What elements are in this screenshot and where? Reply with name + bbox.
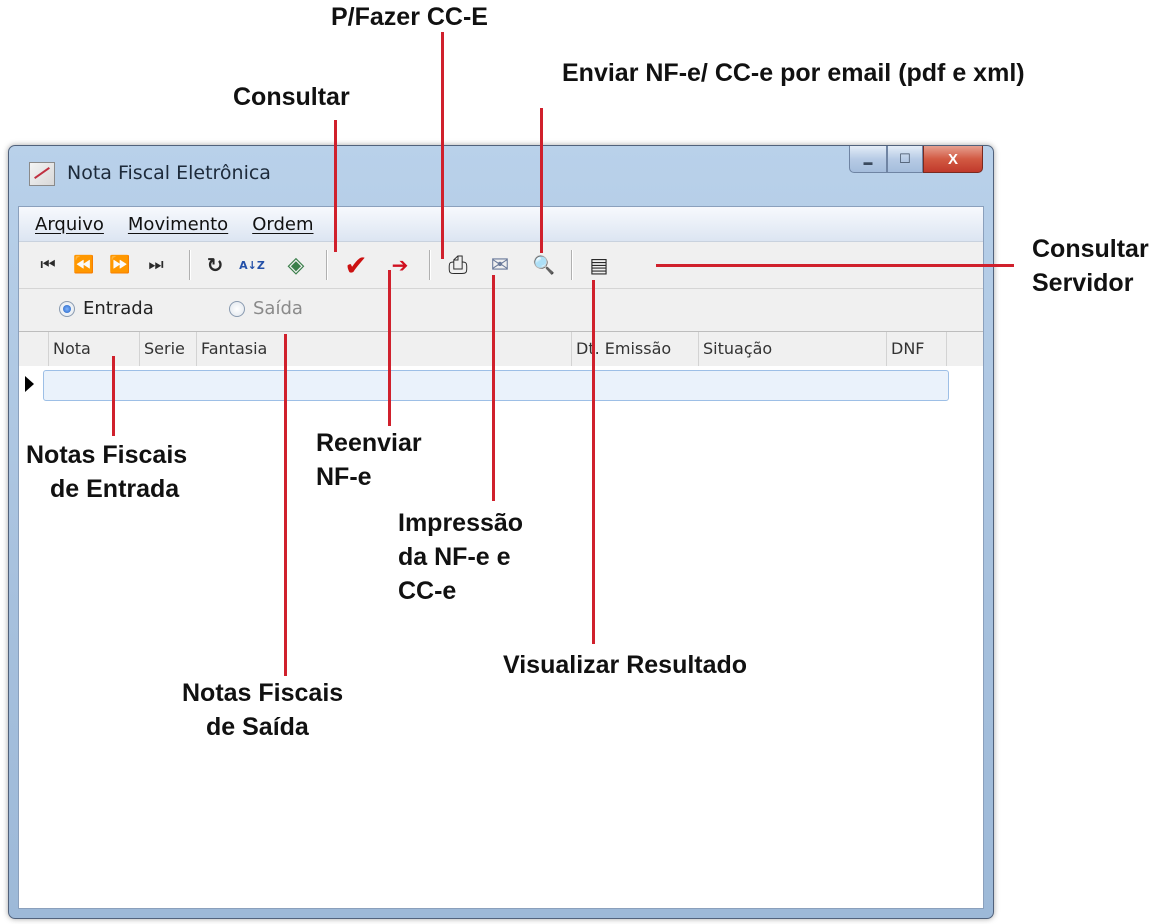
header-indicator bbox=[19, 332, 49, 366]
col-fantasia[interactable]: Fantasia bbox=[197, 332, 572, 366]
view-result-button[interactable]: 🔍 bbox=[529, 251, 559, 279]
annotation-line bbox=[540, 108, 543, 253]
minimize-icon: ▬ bbox=[863, 157, 873, 167]
col-serie[interactable]: Serie bbox=[140, 332, 197, 366]
refresh-button[interactable]: ↻ bbox=[202, 251, 228, 279]
last-record-icon: ⏭ bbox=[148, 255, 164, 275]
checkmark-icon: ✔ bbox=[344, 248, 368, 282]
window-title: Nota Fiscal Eletrônica bbox=[67, 162, 271, 184]
app-icon bbox=[29, 162, 55, 186]
previous-record-button[interactable]: ⏪ bbox=[71, 251, 97, 279]
annotation-line-3: CC-e bbox=[398, 577, 457, 605]
server-button[interactable]: ▤ bbox=[586, 251, 612, 279]
annotation-line-2: da NF-e e bbox=[398, 543, 511, 571]
close-icon: X bbox=[947, 150, 958, 168]
radio-unchecked-icon bbox=[229, 300, 245, 317]
radio-entrada-label: Entrada bbox=[83, 298, 154, 319]
toolbar-separator bbox=[189, 250, 191, 280]
annotation-pfazer-cce: P/Fazer CC-E bbox=[331, 3, 488, 31]
col-situacao[interactable]: Situação bbox=[699, 332, 887, 366]
current-row-indicator-icon bbox=[25, 376, 34, 392]
printer-icon: ⎙ bbox=[448, 251, 468, 279]
annotation-line bbox=[284, 334, 287, 676]
col-dnf[interactable]: DNF bbox=[887, 332, 947, 366]
annotation-line-2: Servidor bbox=[1032, 269, 1134, 297]
radio-checked-icon bbox=[59, 300, 75, 317]
table-row[interactable] bbox=[43, 370, 949, 401]
col-nota[interactable]: Nota bbox=[49, 332, 140, 366]
annotation-line-1: Notas Fiscais bbox=[182, 679, 344, 707]
menu-arquivo[interactable]: Arquivo bbox=[35, 214, 104, 235]
next-record-icon: ⏩ bbox=[109, 255, 131, 275]
annotation-line-1: Impressão bbox=[398, 509, 524, 537]
email-button[interactable]: ✉ bbox=[485, 251, 515, 279]
annotation-enviar-email: Enviar NF-e/ CC-e por email (pdf e xml) bbox=[562, 59, 1025, 87]
reenviar-button[interactable]: ✔ bbox=[341, 248, 371, 282]
consult-icon: ◈ bbox=[287, 252, 305, 278]
toolbar-separator bbox=[429, 250, 431, 280]
annotation-line bbox=[592, 280, 595, 644]
menu-ordem[interactable]: Ordem bbox=[252, 214, 313, 235]
last-record-button[interactable]: ⏭ bbox=[143, 251, 169, 279]
toolbar-separator bbox=[326, 250, 328, 280]
document-arrow-icon: ➔ bbox=[391, 253, 409, 277]
maximize-icon: ☐ bbox=[899, 151, 911, 166]
close-button[interactable]: X bbox=[923, 146, 983, 173]
sort-button[interactable]: A↓Z bbox=[235, 251, 269, 279]
grid-header: Nota Serie Fantasia Dt. Emissão Situação… bbox=[19, 332, 983, 366]
menu-movimento[interactable]: Movimento bbox=[128, 214, 228, 235]
annotation-reenviar: Reenviar NF-e bbox=[316, 426, 422, 494]
type-filter: Entrada Saída bbox=[19, 289, 983, 329]
annotation-line-2: de Saída bbox=[206, 713, 309, 741]
radio-saida-label: Saída bbox=[253, 298, 303, 319]
title-bar[interactable]: Nota Fiscal Eletrônica ▬ ☐ X bbox=[9, 146, 993, 206]
annotation-consultar-servidor: Consultar Servidor bbox=[1032, 232, 1149, 300]
magnifier-icon: 🔍 bbox=[532, 254, 556, 276]
server-icon: ▤ bbox=[589, 253, 609, 277]
annotation-visualizar: Visualizar Resultado bbox=[503, 651, 748, 679]
first-record-button[interactable]: ⏮ bbox=[35, 251, 61, 279]
maximize-button[interactable]: ☐ bbox=[887, 146, 923, 173]
next-record-button[interactable]: ⏩ bbox=[107, 251, 133, 279]
annotation-line-1: Reenviar bbox=[316, 429, 422, 457]
annotation-line bbox=[492, 275, 495, 501]
sort-az-icon: A↓Z bbox=[239, 258, 265, 272]
consultar-button[interactable]: ◈ bbox=[281, 251, 311, 279]
toolbar-separator bbox=[571, 250, 573, 280]
annotation-line-1: Notas Fiscais bbox=[26, 441, 188, 469]
annotation-line bbox=[656, 264, 1014, 267]
refresh-icon: ↻ bbox=[206, 253, 224, 277]
annotation-line-1: Consultar bbox=[1032, 235, 1149, 263]
annotation-line bbox=[112, 356, 115, 436]
menu-bar: Arquivo Movimento Ordem bbox=[19, 207, 983, 242]
window-controls: ▬ ☐ X bbox=[849, 146, 983, 174]
radio-entrada[interactable]: Entrada bbox=[59, 298, 154, 319]
annotation-line bbox=[388, 270, 391, 426]
annotation-line bbox=[334, 120, 337, 252]
annotation-notas-entrada: Notas Fiscais de Entrada bbox=[26, 438, 187, 506]
annotation-line bbox=[441, 32, 444, 259]
previous-record-icon: ⏪ bbox=[73, 255, 95, 275]
annotation-consultar: Consultar bbox=[233, 83, 350, 111]
print-button[interactable]: ⎙ bbox=[443, 251, 473, 279]
minimize-button[interactable]: ▬ bbox=[849, 146, 887, 173]
radio-saida[interactable]: Saída bbox=[229, 298, 303, 319]
annotation-line-2: NF-e bbox=[316, 463, 372, 491]
annotation-line-2: de Entrada bbox=[50, 475, 180, 503]
notes-grid: Nota Serie Fantasia Dt. Emissão Situação… bbox=[19, 331, 983, 908]
first-record-icon: ⏮ bbox=[40, 255, 56, 275]
annotation-impressao: Impressão da NF-e e CC-e bbox=[398, 506, 523, 608]
annotation-notas-saida: Notas Fiscais de Saída bbox=[182, 676, 343, 744]
email-icon: ✉ bbox=[490, 252, 510, 278]
